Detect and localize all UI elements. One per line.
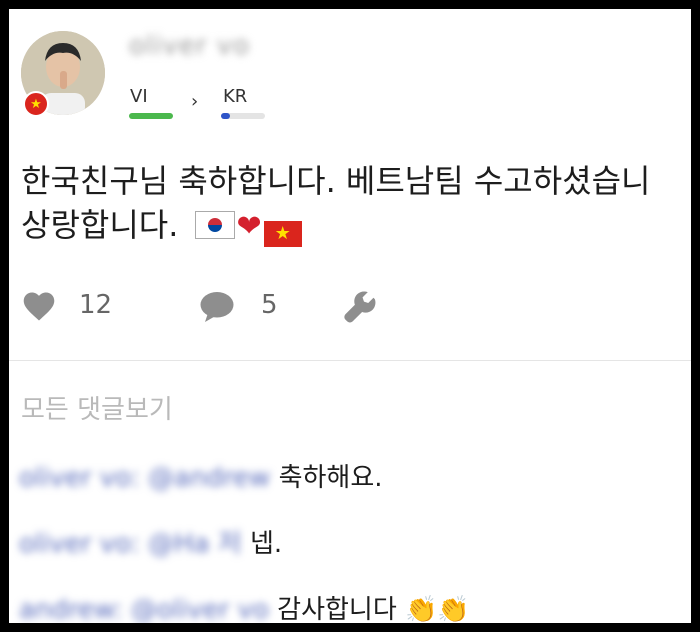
comment-text: 축하해요. [278, 463, 383, 493]
post-text: 한국친구님 축하합니다. 베트남팀 수고하셨습니 상랑합니다. ❤ ★ [21, 159, 691, 249]
post-text-line: 상랑합니다. [21, 206, 179, 244]
clapping-hands-icon: 👏 [405, 595, 438, 623]
wrench-icon[interactable] [343, 290, 377, 328]
language-to: KR [223, 86, 248, 107]
divider [9, 360, 691, 361]
comment-item: oliver vo: @Ha 저 넵. [19, 523, 282, 560]
post-text-line: 한국친구님 축하합니다. 베트남팀 수고하셨습니 [21, 162, 651, 200]
comment-item: andrew: @oliver vo 감사합니다 👏👏 [19, 589, 470, 623]
heart-icon[interactable] [21, 290, 57, 326]
vietnam-flag-icon: ★ [23, 91, 49, 117]
comment-author-mention[interactable]: oliver vo: @Ha 저 [19, 529, 242, 559]
comments-count: 5 [261, 290, 278, 320]
likes-count: 12 [79, 290, 113, 320]
chevron-right-icon: › [191, 91, 199, 112]
comment-text: 넵. [249, 529, 283, 559]
korea-flag-icon [194, 211, 235, 239]
language-from: VI [130, 86, 148, 107]
language-from-progress [129, 113, 173, 119]
vietnam-flag-icon: ★ [263, 221, 302, 247]
comment-author-mention[interactable]: oliver vo: @andrew [19, 463, 270, 493]
comment-icon[interactable] [199, 290, 235, 328]
view-all-comments-link[interactable]: 모든 댓글보기 [21, 389, 173, 426]
post-card: ★ oliver vo VI › KR 한국친구님 축하합니다. 베트남팀 수고… [9, 9, 691, 623]
comment-text: 감사합니다 [277, 595, 397, 623]
clapping-hands-icon: 👏 [437, 595, 470, 623]
username[interactable]: oliver vo [129, 31, 250, 61]
comment-item: oliver vo: @andrew 축하해요. [19, 457, 383, 494]
comment-author-mention[interactable]: andrew: @oliver vo [19, 595, 269, 623]
red-heart-icon: ❤ [236, 209, 262, 244]
language-to-progress [221, 113, 230, 119]
